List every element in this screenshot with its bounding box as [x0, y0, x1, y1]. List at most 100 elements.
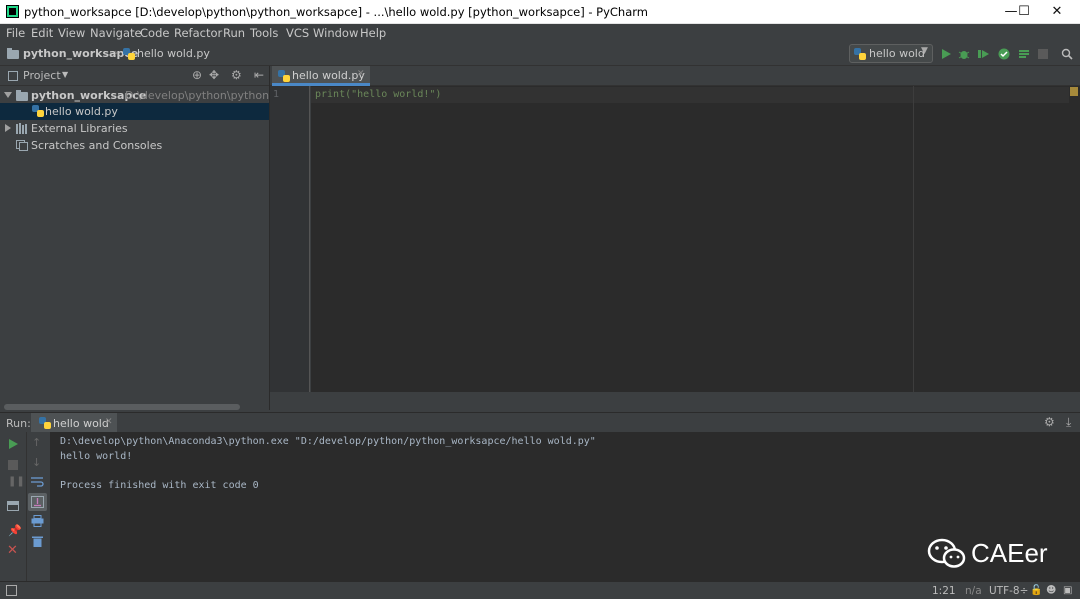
run-tab[interactable]: hello wold ✕: [31, 413, 117, 433]
navigation-bar: python_worksapce › hello wold.py hello w…: [0, 42, 1080, 66]
run-tab-label: hello wold: [53, 417, 109, 430]
scroll-to-end-icon: [31, 496, 44, 508]
hide-panel-icon[interactable]: ⤓: [1066, 415, 1071, 430]
line-separator[interactable]: n/a: [965, 585, 982, 597]
concurrency-icon[interactable]: [1018, 48, 1030, 60]
status-bar: 1:21 n/a UTF-8÷ 🔓 ☻ ▣: [0, 581, 1080, 599]
menu-tools[interactable]: Tools: [250, 26, 278, 40]
tree-item-external-libraries[interactable]: External Libraries: [0, 120, 269, 137]
console-line: D:\develop\python\Anaconda3\python.exe "…: [60, 436, 596, 447]
title-bar: python_worksapce [D:\develop\python\pyth…: [0, 0, 1080, 24]
close-icon[interactable]: ✕: [7, 543, 18, 558]
wechat-icon: [927, 538, 966, 568]
tree-file-label: hello wold.py: [45, 105, 118, 118]
window-title: python_worksapce [D:\develop\python\pyth…: [24, 5, 648, 19]
pause-icon[interactable]: ❚❚: [8, 476, 25, 487]
tree-item-project-root[interactable]: python_worksapce D:\develop\python\pytho…: [0, 87, 269, 104]
print-icon[interactable]: [31, 515, 44, 527]
trash-icon[interactable]: [32, 535, 43, 547]
watermark-text: CAEer: [971, 538, 1048, 568]
arrow-down-icon[interactable]: ↓: [32, 456, 41, 469]
python-config-icon: [854, 48, 866, 60]
expand-arrow-icon[interactable]: [5, 124, 11, 132]
line-number-gutter: 1: [270, 86, 310, 392]
watermark: CAEer: [927, 534, 1057, 574]
tree-item-scratches[interactable]: Scratches and Consoles: [0, 137, 269, 154]
layout-icon[interactable]: [7, 501, 19, 511]
close-button[interactable]: ✕: [1034, 0, 1080, 24]
menu-refactor[interactable]: Refactor: [174, 26, 222, 40]
run-config-label: hello wold: [869, 47, 925, 60]
event-log-icon[interactable]: ▣: [1063, 585, 1072, 596]
python-config-icon: [39, 417, 51, 429]
code-editor[interactable]: print("hello world!"): [311, 86, 1069, 392]
menu-file[interactable]: File: [6, 26, 25, 40]
collapse-all-icon[interactable]: ✥: [209, 68, 219, 82]
run-configuration-selector[interactable]: hello wold ▼: [849, 44, 933, 63]
soft-wrap-icon[interactable]: [31, 476, 44, 488]
breadcrumb-project[interactable]: python_worksapce: [23, 47, 138, 60]
project-view-icon: [8, 71, 18, 81]
project-horizontal-scrollbar[interactable]: [4, 404, 240, 410]
console-line: Process finished with exit code 0: [60, 480, 259, 491]
tool-window-toggle-icon[interactable]: [6, 585, 17, 596]
scroll-to-end-toggle[interactable]: [28, 493, 47, 511]
search-icon[interactable]: [1061, 48, 1073, 60]
run-icon[interactable]: [940, 48, 952, 60]
close-tab-icon[interactable]: ✕: [357, 69, 365, 79]
expand-arrow-icon[interactable]: [4, 92, 12, 98]
close-tab-icon[interactable]: ✕: [105, 417, 113, 427]
gear-icon[interactable]: ⚙: [231, 68, 242, 82]
menu-window[interactable]: Window: [313, 26, 358, 40]
chevron-down-icon[interactable]: ▼: [62, 70, 68, 79]
menu-view[interactable]: View: [58, 26, 85, 40]
folder-icon: [7, 48, 19, 59]
project-view-title[interactable]: Project: [23, 69, 61, 82]
menu-edit[interactable]: Edit: [31, 26, 53, 40]
tree-item-file[interactable]: hello wold.py: [0, 103, 269, 120]
menu-bar: File Edit View Navigate Code Refactor Ru…: [0, 24, 1080, 42]
scratches-icon: [16, 140, 28, 151]
menu-help[interactable]: Help: [360, 26, 386, 40]
pycharm-app-icon: [6, 5, 19, 18]
run-panel-label: Run:: [6, 417, 31, 430]
console-output[interactable]: D:\develop\python\Anaconda3\python.exe "…: [50, 432, 1080, 581]
menu-navigate[interactable]: Navigate: [90, 26, 142, 40]
pin-icon[interactable]: 📌: [8, 524, 22, 537]
folder-icon: [16, 90, 28, 101]
breadcrumb-file[interactable]: hello wold.py: [137, 47, 210, 60]
file-encoding[interactable]: UTF-8÷: [989, 585, 1028, 597]
profile-icon[interactable]: [998, 48, 1010, 60]
menu-code[interactable]: Code: [140, 26, 169, 40]
lock-icon[interactable]: 🔓: [1030, 585, 1042, 596]
python-file-icon: [32, 105, 44, 117]
run-with-coverage-icon[interactable]: [978, 48, 990, 60]
inspection-status-icon[interactable]: [1070, 87, 1078, 96]
stop-icon[interactable]: [8, 460, 18, 470]
inspector-icon[interactable]: ☻: [1046, 585, 1056, 596]
external-libraries-label: External Libraries: [31, 122, 128, 135]
stop-icon[interactable]: [1038, 49, 1048, 59]
gear-icon[interactable]: ⚙: [1044, 415, 1055, 429]
menu-vcs[interactable]: VCS: [286, 26, 309, 40]
rerun-icon[interactable]: [7, 438, 19, 450]
project-tree: python_worksapce D:\develop\python\pytho…: [0, 86, 269, 410]
breadcrumb-separator: ›: [114, 46, 119, 59]
caret-position[interactable]: 1:21: [932, 585, 956, 597]
scratches-label: Scratches and Consoles: [31, 139, 163, 152]
right-margin-guide: [913, 86, 914, 392]
python-file-icon: [123, 48, 135, 60]
console-line: hello world!: [60, 451, 133, 462]
menu-run[interactable]: Run: [223, 26, 245, 40]
python-file-icon: [278, 70, 290, 82]
code-line[interactable]: print("hello world!"): [315, 89, 441, 100]
chevron-down-icon: ▼: [921, 46, 928, 56]
arrow-up-icon[interactable]: ↑: [32, 436, 41, 449]
editor-tab-label: hello wold.py: [292, 69, 365, 82]
sync-icon[interactable]: ⊕: [192, 68, 202, 82]
line-number: 1: [273, 89, 280, 100]
editor-tab[interactable]: hello wold.py ✕: [272, 66, 370, 86]
editor-scrollbar[interactable]: [1069, 86, 1080, 392]
hide-panel-icon[interactable]: ⇤: [254, 68, 264, 82]
debug-icon[interactable]: [958, 48, 970, 60]
